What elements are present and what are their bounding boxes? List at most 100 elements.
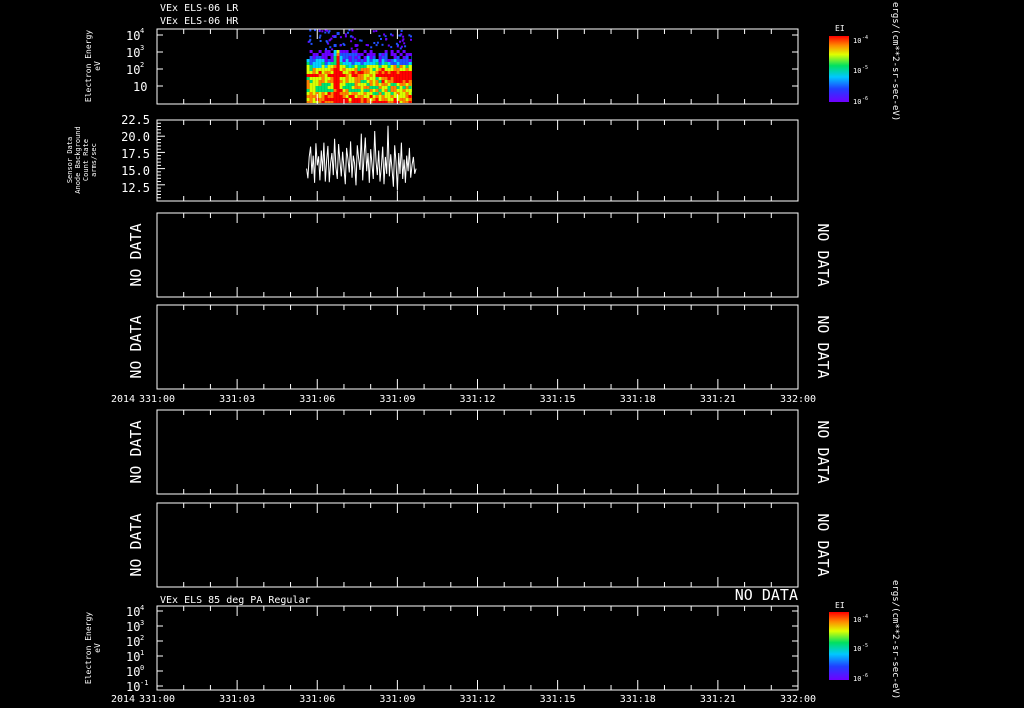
spectrogram-cell (390, 89, 394, 92)
spectrogram-cell (390, 92, 394, 95)
spectrogram-cell (384, 86, 388, 89)
spectrogram-cell (333, 50, 337, 53)
y-tick-label: 12.5 (121, 181, 150, 195)
colorbar (829, 612, 849, 680)
spectrogram-cell (369, 89, 373, 92)
spectrogram-cell (405, 74, 409, 77)
spectrogram-cell (390, 71, 394, 74)
spectrogram-cell (369, 56, 373, 59)
spectrogram-cell (312, 59, 316, 62)
spectrogram-cell (411, 92, 412, 95)
spectrogram-cell (369, 50, 373, 53)
spectrogram-cell (405, 71, 409, 74)
svg-text:-4: -4 (862, 614, 868, 620)
spectrogram-cell (405, 62, 409, 65)
x-year-label: 2014 (111, 694, 135, 705)
spectrogram-cell (344, 35, 347, 38)
spectrogram-cell (375, 65, 379, 68)
spectrogram-cell (411, 86, 412, 89)
spectrogram-cell (354, 56, 358, 59)
spectrogram-cell (415, 89, 418, 92)
spectrogram-cell (315, 68, 319, 71)
ylabel-sensor-line2: Anode Background (74, 126, 82, 193)
spectrogram-cell (375, 77, 379, 80)
spectrogram-cell (342, 62, 346, 65)
svg-text:10: 10 (853, 645, 861, 653)
spectrogram-cell (324, 71, 328, 74)
spectrogram-cell (402, 80, 406, 83)
spectrogram-cell (345, 50, 349, 53)
spectrogram-cell (411, 62, 412, 65)
spectrogram-cell (363, 56, 367, 59)
spectrogram-cell (330, 56, 334, 59)
spectrogram-cell (396, 59, 400, 62)
spectrogram-cell (336, 95, 340, 98)
spectrogram-cell (393, 95, 397, 98)
colorbar-tick: 10 -6 (853, 673, 868, 683)
spectrogram-cell (381, 59, 385, 62)
spectrogram-cell (333, 77, 337, 80)
spectrogram-cell (336, 92, 340, 95)
spectrogram-cell (390, 62, 394, 65)
y-tick-label: 10 3 (126, 619, 144, 634)
ylabel-energy-line1: Electron Energy (84, 30, 93, 102)
spectrogram-cell (342, 56, 346, 59)
spectrogram-cell (372, 95, 376, 98)
spectrogram-cell (378, 65, 382, 68)
spectrogram-cell (405, 89, 409, 92)
spectrogram-cell (306, 77, 310, 80)
spectrogram-cell (415, 74, 418, 77)
spectrogram-cell (324, 86, 328, 89)
spectrogram-cell (387, 68, 391, 71)
svg-text:10: 10 (853, 675, 861, 683)
spectrogram-cell (366, 68, 370, 71)
panel-empty-6: NO DATA NO DATA (127, 502, 832, 588)
spectrogram-cell (393, 83, 397, 86)
spectrogram-cell (336, 98, 340, 101)
spectrogram-cell (336, 65, 340, 68)
spectrogram-cell (390, 74, 394, 77)
spectrogram-cell (321, 98, 325, 101)
spectrogram-cell (369, 65, 373, 68)
spectrogram-cell (345, 65, 349, 68)
spectrogram-cell (327, 62, 331, 65)
spectrogram-image (306, 29, 418, 103)
spectrogram-cell (310, 42, 313, 45)
spectrogram-cell (357, 89, 361, 92)
spectrogram-cell (402, 50, 406, 53)
spectrogram-cell (336, 71, 340, 74)
spectrogram-cell (330, 68, 334, 71)
spectrogram-cell (339, 59, 343, 62)
spectrogram-cell (384, 65, 388, 68)
header-title-hr: VEx ELS-06 HR (160, 16, 239, 27)
spectrogram-cell (402, 83, 406, 86)
spectrogram-cell (333, 80, 337, 83)
x-tick-label: 331:15 (540, 394, 576, 405)
spectrogram-cell (324, 59, 328, 62)
spectrogram-cell (393, 53, 397, 56)
spectrogram-cell (336, 74, 340, 77)
spectrogram-cell (351, 83, 355, 86)
spectrogram-cell (396, 89, 400, 92)
spectrogram-cell (354, 83, 358, 86)
spectrogram-cell (324, 31, 327, 34)
spectrogram-cell (415, 86, 418, 89)
spectrogram-cell (372, 80, 376, 83)
spectrogram-cell (345, 56, 349, 59)
spectrogram-cell (390, 86, 394, 89)
spectrogram-cell (327, 59, 331, 62)
spectrogram-cell (342, 71, 346, 74)
svg-text:-5: -5 (862, 65, 868, 71)
spectrogram-cell (372, 71, 376, 74)
spectrogram-cell (387, 86, 391, 89)
colorbar-tick: 10 -4 (853, 614, 868, 624)
spectrogram-cell (348, 56, 352, 59)
x-tick-label: 331:18 (620, 394, 656, 405)
y-tick-label: 10 0 (126, 664, 144, 679)
spectrogram-cell (321, 92, 325, 95)
spectrogram-cell (309, 80, 313, 83)
spectrogram-cell (318, 89, 322, 92)
spectrogram-cell (331, 48, 334, 51)
spectrogram-cell (339, 50, 343, 53)
svg-text:10: 10 (133, 80, 147, 94)
